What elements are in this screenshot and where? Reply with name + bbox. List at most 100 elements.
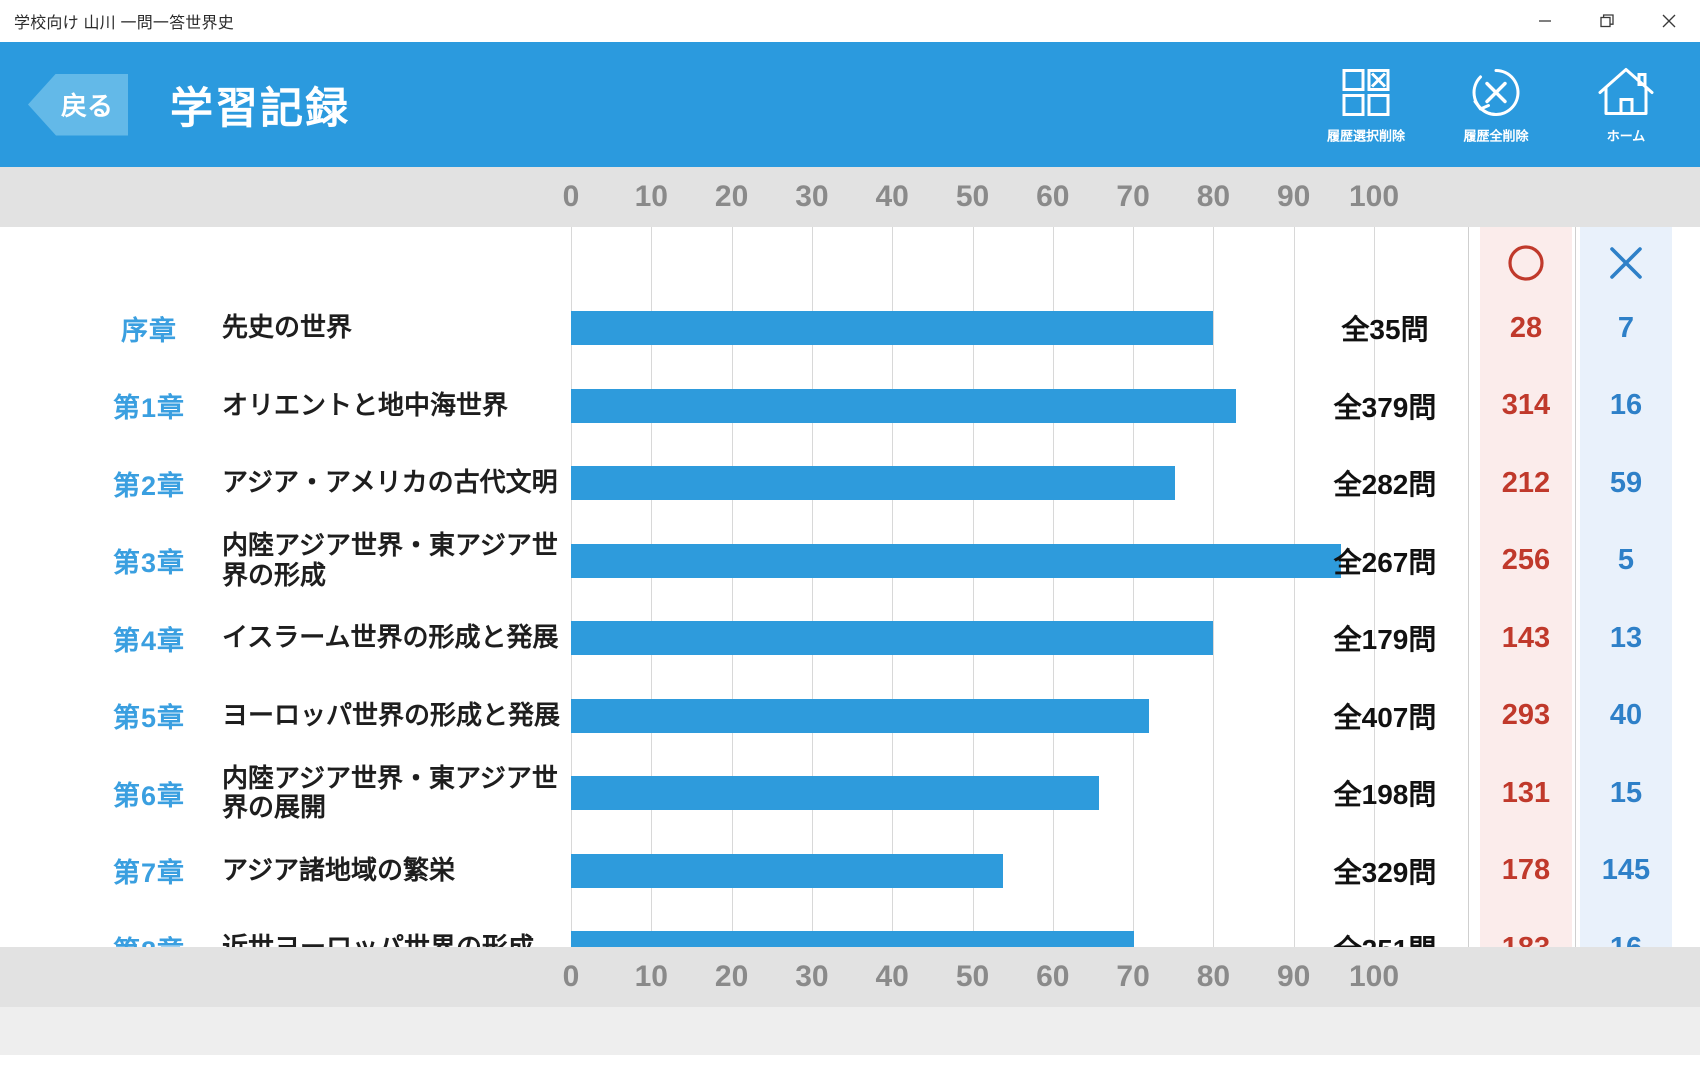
total-questions: 全198問 <box>1333 779 1437 810</box>
axis-tick-label: 100 <box>1348 180 1400 213</box>
home-button-label: ホーム <box>1606 128 1646 143</box>
progress-bar <box>571 776 1099 810</box>
axis-tick-label: 10 <box>634 180 668 213</box>
incorrect-count: 145 <box>1601 854 1651 886</box>
restore-button[interactable] <box>1576 0 1638 42</box>
incorrect-column-header <box>1580 241 1672 290</box>
total-questions: 全35問 <box>1341 314 1429 345</box>
axis-tick-label: 60 <box>1036 180 1070 213</box>
progress-bar <box>571 621 1213 655</box>
close-button[interactable] <box>1638 0 1700 42</box>
chart-row[interactable]: 第4章 イスラーム世界の形成と発展 全179問 143 13 <box>0 603 1700 673</box>
chapter-label: 第5章 <box>112 703 186 733</box>
chapter-title: オリエントと地中海世界 <box>222 389 509 420</box>
minimize-button[interactable] <box>1514 0 1576 42</box>
axis-tick-label: 60 <box>1036 960 1070 993</box>
axis-tick-label: 10 <box>634 960 668 993</box>
incorrect-count: 15 <box>1609 776 1643 809</box>
chapter-title: アジア・アメリカの古代文明 <box>222 467 558 498</box>
total-questions: 全329問 <box>1333 856 1437 888</box>
axis-tick-label: 20 <box>714 960 749 993</box>
app-header: 戻る 学習記録 履歴選択削除 履歴全削除 ホーム <box>0 42 1700 167</box>
correct-count: 143 <box>1501 621 1551 654</box>
axis-tick-label: 30 <box>795 180 829 213</box>
circle-x-refresh-icon <box>1469 65 1523 119</box>
window-controls <box>1514 0 1700 42</box>
axis-tick-label: 40 <box>875 180 909 213</box>
axis-tick-label: 70 <box>1116 180 1150 213</box>
home-button[interactable]: ホーム <box>1578 65 1674 144</box>
correct-count: 178 <box>1501 854 1551 886</box>
chart-row[interactable]: 序章 先史の世界 全35問 28 7 <box>0 293 1700 363</box>
chart-row[interactable]: 第3章 内陸アジア世界・東アジア世界の形成 全267問 256 5 <box>0 526 1700 596</box>
incorrect-count: 16 <box>1609 389 1643 421</box>
chapter-label: 第3章 <box>112 548 186 578</box>
progress-bar <box>571 698 1150 733</box>
chart-row[interactable]: 第1章 オリエントと地中海世界 全379問 314 16 <box>0 371 1700 441</box>
chapter-title: アジア諸地域の繁栄 <box>222 854 455 885</box>
cross-icon <box>1610 247 1642 279</box>
chapter-title: イスラーム世界の形成と発展 <box>222 622 559 653</box>
incorrect-count: 59 <box>1609 466 1643 499</box>
axis-tick-label: 40 <box>875 960 909 993</box>
chapter-label: 第4章 <box>112 625 186 656</box>
chapter-title: 内陸アジア世界・東アジア世界の形成 <box>222 530 558 590</box>
chart-axis-top: 0 10 20 30 40 50 60 70 80 90 100 <box>0 167 1700 227</box>
chapter-title: ヨーロッパ世界の形成と発展 <box>222 699 561 730</box>
chapter-label: 第2章 <box>112 470 186 501</box>
home-icon <box>1598 65 1654 119</box>
chart-row[interactable]: 第7章 アジア諸地域の繁栄 全329問 178 145 <box>0 836 1700 906</box>
correct-count: 256 <box>1501 544 1551 576</box>
correct-count: 293 <box>1501 699 1551 731</box>
axis-tick-label: 80 <box>1196 960 1231 993</box>
chart-row[interactable]: 第2章 アジア・アメリカの古代文明 全282問 212 59 <box>0 448 1700 518</box>
chart-axis-bottom: 0 10 20 30 40 50 60 70 80 90 100 <box>0 947 1700 1007</box>
axis-tick-label: 50 <box>955 180 990 213</box>
chapter-label: 序章 <box>121 315 177 346</box>
axis-tick-label: 90 <box>1277 960 1311 993</box>
chapter-title: 内陸アジア世界・東アジア世界の展開 <box>222 762 558 822</box>
axis-tick-label: 50 <box>955 960 990 993</box>
axis-tick-label: 70 <box>1116 960 1150 993</box>
chart-row[interactable]: 第5章 ヨーロッパ世界の形成と発展 全407問 293 40 <box>0 681 1700 751</box>
total-questions: 全379問 <box>1333 391 1437 423</box>
axis-tick-label: 80 <box>1196 180 1231 213</box>
total-questions: 全407問 <box>1333 701 1437 733</box>
progress-bar <box>571 311 1214 345</box>
back-button[interactable]: 戻る <box>28 73 128 136</box>
window-title: 学校向け 山川 一問一答世界史 <box>14 14 234 32</box>
chapter-label: 第6章 <box>112 780 186 811</box>
total-questions: 全282問 <box>1333 469 1437 500</box>
chapter-label: 第1章 <box>112 393 186 423</box>
correct-column-header <box>1480 241 1572 290</box>
delete-selected-history-label: 履歴選択削除 <box>1326 128 1405 143</box>
correct-count: 28 <box>1509 311 1543 344</box>
progress-bar <box>571 388 1236 423</box>
incorrect-count: 40 <box>1609 699 1643 731</box>
progress-bar <box>571 466 1175 500</box>
chapter-title: 先史の世界 <box>222 312 353 343</box>
delete-all-history-button[interactable]: 履歴全削除 <box>1448 65 1544 144</box>
progress-bar <box>571 853 1003 888</box>
correct-count: 212 <box>1501 466 1551 499</box>
incorrect-count: 7 <box>1617 311 1635 344</box>
chapter-label: 第7章 <box>112 858 186 888</box>
circle-icon <box>1508 245 1544 281</box>
chart-row[interactable]: 第6章 内陸アジア世界・東アジア世界の展開 全198問 131 15 <box>0 758 1700 828</box>
axis-tick-label: 0 <box>562 960 580 993</box>
incorrect-count: 5 <box>1617 544 1635 576</box>
footer-strip <box>0 1007 1700 1055</box>
correct-count: 131 <box>1501 776 1551 809</box>
back-button-label: 戻る <box>60 91 113 121</box>
chart-body: 序章 先史の世界 全35問 28 7 第1章 オリエントと地中海世界 全379問 314 16 第2… <box>0 227 1700 966</box>
axis-tick-label: 30 <box>795 960 829 993</box>
incorrect-count: 13 <box>1609 621 1643 654</box>
grid-delete-icon <box>1340 65 1392 119</box>
total-questions: 全179問 <box>1333 624 1437 655</box>
delete-selected-history-button[interactable]: 履歴選択削除 <box>1318 65 1414 144</box>
progress-bar <box>571 543 1342 578</box>
total-questions: 全267問 <box>1333 546 1437 578</box>
axis-tick-label: 90 <box>1277 180 1311 213</box>
page-title: 学習記録 <box>170 84 350 133</box>
delete-all-history-label: 履歴全削除 <box>1463 128 1529 143</box>
